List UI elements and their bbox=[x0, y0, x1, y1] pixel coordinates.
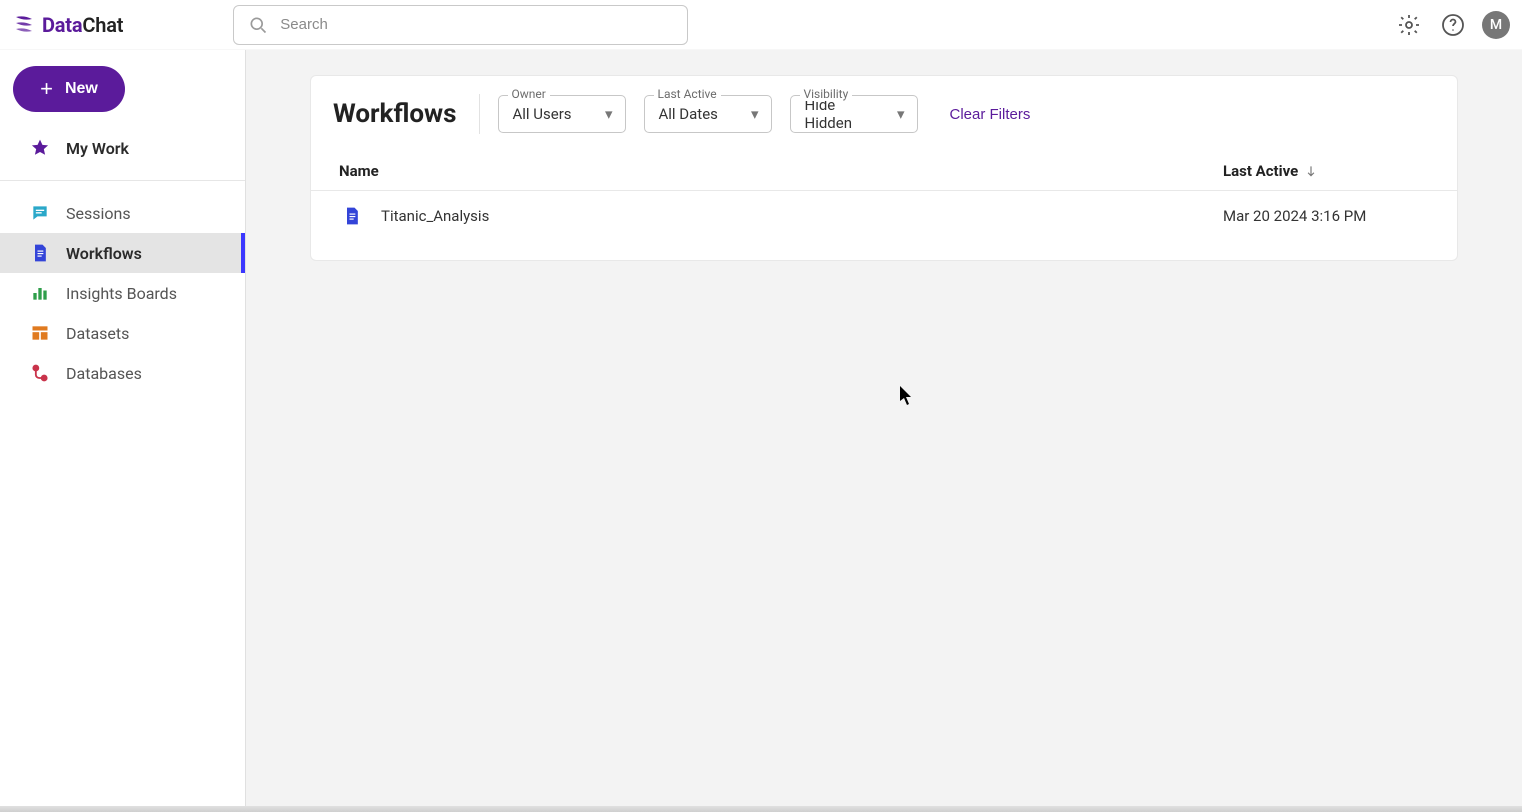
row-name: Titanic_Analysis bbox=[381, 207, 1223, 225]
filter-visibility-label: Visibility bbox=[800, 87, 853, 101]
brand-logo-icon bbox=[12, 13, 36, 37]
sidebar-item-workflows[interactable]: Workflows bbox=[0, 233, 245, 273]
bar-chart-icon bbox=[30, 283, 50, 303]
column-last-active-label: Last Active bbox=[1223, 162, 1298, 180]
sidebar-divider bbox=[0, 180, 245, 181]
chat-icon bbox=[30, 203, 50, 223]
filter-last-active: Last Active All Dates ▾ bbox=[644, 95, 772, 133]
star-icon bbox=[30, 138, 50, 158]
user-avatar[interactable]: M bbox=[1482, 11, 1510, 39]
window-border-bottom bbox=[0, 806, 1522, 812]
sidebar-item-label: Workflows bbox=[66, 244, 142, 263]
main-content: Workflows Owner All Users ▾ Last Active … bbox=[246, 50, 1522, 806]
doc-icon bbox=[341, 205, 363, 227]
filter-owner: Owner All Users ▾ bbox=[498, 95, 626, 133]
plus-icon: + bbox=[40, 78, 53, 100]
top-bar: DataChat bbox=[0, 0, 1522, 50]
page-title: Workflows bbox=[333, 99, 461, 129]
brand-logo[interactable]: DataChat bbox=[12, 13, 123, 37]
brand-logo-text: DataChat bbox=[42, 13, 123, 37]
filter-visibility-value: Hide Hidden bbox=[805, 96, 879, 132]
workflows-card: Workflows Owner All Users ▾ Last Active … bbox=[310, 75, 1458, 261]
filter-last-active-value: All Dates bbox=[659, 105, 718, 123]
doc-icon bbox=[30, 243, 50, 263]
row-last-active: Mar 20 2024 3:16 PM bbox=[1223, 207, 1433, 225]
filter-visibility: Visibility Hide Hidden ▾ bbox=[790, 95, 918, 133]
sort-descending-icon bbox=[1304, 164, 1318, 178]
sidebar-item-databases[interactable]: Databases bbox=[0, 353, 245, 393]
connection-icon bbox=[30, 363, 50, 383]
table-header: Name Last Active bbox=[311, 154, 1457, 191]
sidebar-item-sessions[interactable]: Sessions bbox=[0, 193, 245, 233]
filter-owner-value: All Users bbox=[513, 105, 572, 123]
avatar-initial: M bbox=[1490, 17, 1502, 33]
search-input[interactable] bbox=[280, 16, 673, 33]
chevron-down-icon: ▾ bbox=[897, 105, 905, 123]
gear-icon bbox=[1397, 13, 1421, 37]
filter-owner-label: Owner bbox=[508, 87, 550, 101]
column-last-active-header[interactable]: Last Active bbox=[1223, 162, 1433, 180]
topbar-actions: M bbox=[1394, 10, 1510, 40]
help-button[interactable] bbox=[1438, 10, 1468, 40]
new-button[interactable]: + New bbox=[13, 66, 125, 112]
table-row[interactable]: Titanic_Analysis Mar 20 2024 3:16 PM bbox=[311, 191, 1457, 241]
workflows-table: Name Last Active Titanic_Analysis Mar 20… bbox=[311, 154, 1457, 241]
sidebar-item-label: Insights Boards bbox=[66, 284, 177, 303]
search-box[interactable] bbox=[233, 5, 688, 45]
filter-last-active-label: Last Active bbox=[654, 87, 721, 101]
column-name-header[interactable]: Name bbox=[339, 162, 1223, 180]
sidebar-item-datasets[interactable]: Datasets bbox=[0, 313, 245, 353]
sidebar-item-insights-boards[interactable]: Insights Boards bbox=[0, 273, 245, 313]
clear-filters-button[interactable]: Clear Filters bbox=[950, 106, 1031, 123]
card-header: Workflows Owner All Users ▾ Last Active … bbox=[311, 76, 1457, 144]
sidebar-item-label: Sessions bbox=[66, 204, 131, 223]
chevron-down-icon: ▾ bbox=[605, 105, 613, 123]
divider bbox=[479, 94, 480, 134]
sidebar-item-my-work[interactable]: My Work bbox=[0, 128, 245, 168]
help-icon bbox=[1441, 13, 1465, 37]
table-icon bbox=[30, 323, 50, 343]
sidebar-item-label: My Work bbox=[66, 139, 129, 158]
search-icon bbox=[248, 15, 268, 35]
chevron-down-icon: ▾ bbox=[751, 105, 759, 123]
sidebar-item-label: Datasets bbox=[66, 324, 129, 343]
settings-button[interactable] bbox=[1394, 10, 1424, 40]
sidebar-item-label: Databases bbox=[66, 364, 142, 383]
new-button-label: New bbox=[65, 80, 98, 98]
sidebar: + New My Work Sessions Workflows Insight… bbox=[0, 50, 246, 806]
